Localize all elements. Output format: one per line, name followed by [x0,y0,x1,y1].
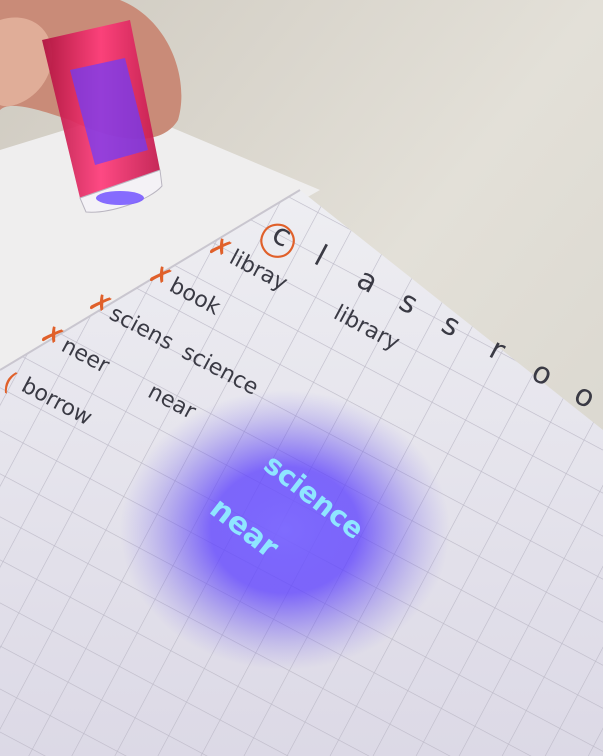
uv-light-spot [120,390,450,670]
photo-scene: ◯ c l a s s r o o ✗ libray library ✗ boo… [0,0,603,756]
photo-canvas: ◯ c l a s s r o o ✗ libray library ✗ boo… [0,0,603,756]
